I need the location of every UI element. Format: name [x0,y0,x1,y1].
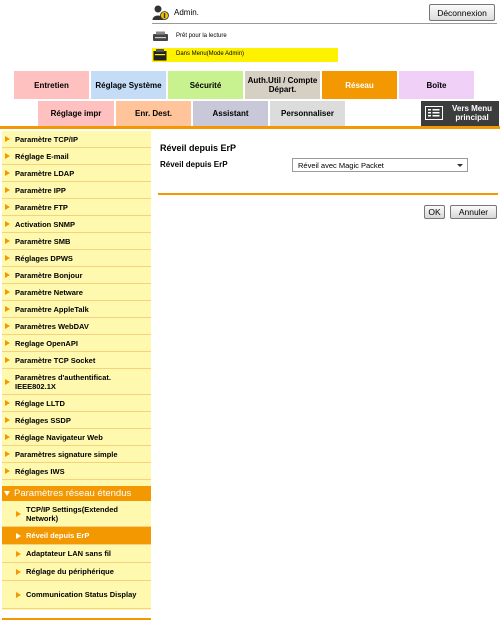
arrow-right-icon [5,272,10,278]
sidebar-subitem-device-settings[interactable]: Réglage du périphérique [2,563,151,581]
tab-personnaliser[interactable]: Personnaliser [270,101,346,126]
erp-wake-label: Réveil depuis ErP [160,160,228,169]
sidebar-item-bonjour[interactable]: Paramètre Bonjour [2,267,151,284]
sidebar-item-appletalk[interactable]: Paramètre AppleTalk [2,301,151,318]
arrow-right-icon [5,204,10,210]
vers-menu-label: Vers Menu principal [451,104,492,122]
admin-mode-icon [153,49,167,61]
nav-divider [0,126,500,129]
status-text: Prêt pour la lecture [176,33,227,39]
arrow-right-icon [5,187,10,193]
sidebar-item-openapi[interactable]: Reglage OpenAPI [2,335,151,352]
main-menu-icon [425,106,443,120]
content-divider [158,193,498,195]
sidebar-item-ssdp[interactable]: Réglages SSDP [2,412,151,429]
arrow-right-icon [16,591,21,598]
sidebar-item-ieee8021x[interactable]: Paramètres d'authentificat. IEEE802.1X [2,369,151,395]
user-name: Admin. [174,8,199,17]
vers-menu-principal-button[interactable]: Vers Menu principal [421,101,499,126]
tab-assistant[interactable]: Assistant [193,101,269,126]
tab-auth-util-compte[interactable]: Auth.Util / Compte Départ. [245,71,321,99]
sidebar: Paramètre TCP/IP Réglage E-mail Paramètr… [2,131,151,610]
arrow-right-icon [5,306,10,312]
arrow-right-icon [5,221,10,227]
arrow-right-icon [5,434,10,440]
arrow-right-icon [5,238,10,244]
sidebar-bottom-line [2,618,151,620]
user-row: Admin. Déconnexion [152,4,497,22]
arrow-right-icon [5,170,10,176]
sidebar-item-snmp[interactable]: Activation SNMP [2,216,151,233]
header-divider [152,23,497,24]
mode-text: Dans Menu(Mode Admin) [176,51,245,57]
tab-securite[interactable]: Sécurité [168,71,244,99]
admin-user-icon [152,5,169,20]
sidebar-item-ipp[interactable]: Paramètre IPP [2,182,151,199]
arrow-right-icon [5,289,10,295]
chevron-down-icon [4,491,10,496]
dropdown-arrow-icon [457,164,463,167]
ok-button[interactable]: OK [424,205,445,219]
arrow-right-icon [5,378,10,385]
arrow-right-icon [5,357,10,363]
arrow-right-icon [16,510,21,517]
tab-reglage-systeme[interactable]: Réglage Système [91,71,167,99]
sidebar-item-web-browser[interactable]: Réglage Navigateur Web [2,429,151,446]
arrow-right-icon [5,417,10,423]
erp-wake-select[interactable]: Réveil avec Magic Packet [292,158,468,172]
sidebar-item-ldap[interactable]: Paramètre LDAP [2,165,151,182]
sidebar-item-lltd[interactable]: Réglage LLTD [2,395,151,412]
page-title: Réveil depuis ErP [160,143,237,153]
arrow-right-icon [5,153,10,159]
sidebar-item-smb[interactable]: Paramètre SMB [2,233,151,250]
arrow-right-icon [5,451,10,457]
arrow-right-icon [16,532,21,539]
arrow-right-icon [5,323,10,329]
arrow-right-icon [16,550,21,557]
printer-status-icon [153,31,168,41]
sidebar-subitem-communication-status[interactable]: Communication Status Display [2,581,151,609]
tab-enr-dest[interactable]: Enr. Dest. [116,101,192,126]
sidebar-item-iws[interactable]: Réglages IWS [2,463,151,480]
arrow-right-icon [16,568,21,575]
arrow-right-icon [5,340,10,346]
tab-entretien[interactable]: Entretien [14,71,90,99]
sidebar-item-tcp-ip[interactable]: Paramètre TCP/IP [2,131,151,148]
sidebar-subitem-reveil-erp[interactable]: Réveil depuis ErP [2,527,151,545]
sidebar-item-webdav[interactable]: Paramètres WebDAV [2,318,151,335]
tab-boite[interactable]: Boîte [399,71,475,99]
erp-wake-select-value: Réveil avec Magic Packet [298,160,384,170]
tab-reglage-impr[interactable]: Réglage impr [38,101,115,126]
arrow-right-icon [5,468,10,474]
admin-mode-bar: Dans Menu(Mode Admin) [152,48,338,62]
sidebar-item-ftp[interactable]: Paramètre FTP [2,199,151,216]
logout-button[interactable]: Déconnexion [429,4,495,21]
sidebar-item-tcp-socket[interactable]: Paramètre TCP Socket [2,352,151,369]
sidebar-item-netware[interactable]: Paramètre Netware [2,284,151,301]
sidebar-subitem-wireless-lan[interactable]: Adaptateur LAN sans fil [2,545,151,563]
sidebar-item-simple-signature[interactable]: Paramètres signature simple [2,446,151,463]
cancel-button[interactable]: Annuler [450,205,497,219]
sidebar-section-extended-network[interactable]: Paramètres réseau étendus [2,486,151,501]
sidebar-item-email[interactable]: Réglage E-mail [2,148,151,165]
sidebar-item-dpws[interactable]: Réglages DPWS [2,250,151,267]
arrow-right-icon [5,136,10,142]
sidebar-subitem-tcpip-extended[interactable]: TCP/IP Settings(Extended Network) [2,501,151,527]
arrow-right-icon [5,255,10,261]
tab-reseau[interactable]: Réseau [322,71,398,99]
arrow-right-icon [5,400,10,406]
